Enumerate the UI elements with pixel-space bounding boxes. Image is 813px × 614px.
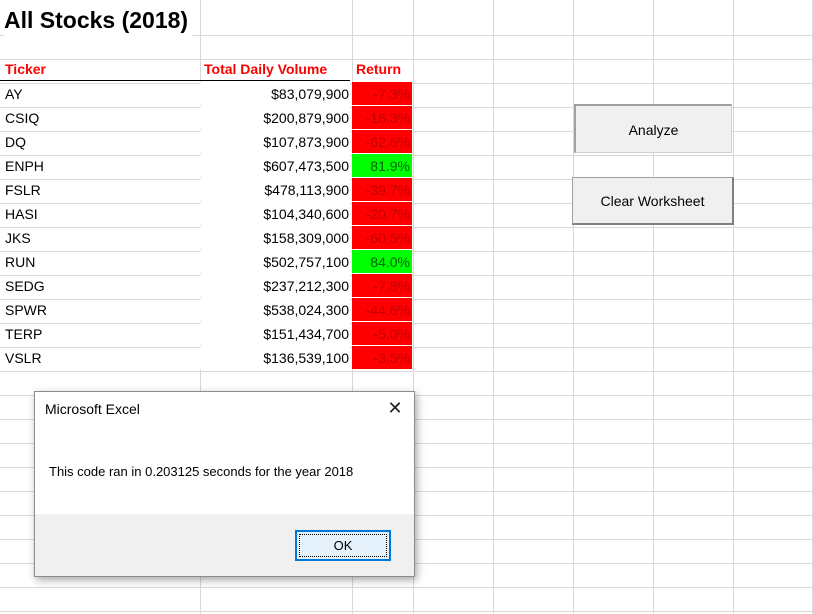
cell-return[interactable]: -44.6% — [352, 298, 412, 321]
header-border — [0, 80, 350, 81]
dialog-message: This code ran in 0.203125 seconds for th… — [49, 464, 354, 479]
column-gridline — [573, 0, 574, 614]
message-dialog: Microsoft Excel ✕ This code ran in 0.203… — [34, 391, 415, 577]
column-gridline — [653, 0, 654, 614]
cell-volume[interactable]: $478,113,900 — [200, 178, 350, 201]
cell-return[interactable]: -16.3% — [352, 106, 412, 129]
cell-return[interactable]: -20.7% — [352, 202, 412, 225]
cell-volume[interactable]: $607,473,500 — [200, 154, 350, 177]
cell-return[interactable]: -7.3% — [352, 82, 412, 105]
cell-volume[interactable]: $502,757,100 — [200, 250, 350, 273]
cell-volume[interactable]: $237,212,300 — [200, 274, 350, 297]
header-volume[interactable]: Total Daily Volume — [204, 58, 327, 81]
cell-return[interactable]: -7.8% — [352, 274, 412, 297]
cell-volume[interactable]: $83,079,900 — [200, 82, 350, 105]
row-gridline — [0, 59, 813, 60]
cell-volume[interactable]: $200,879,900 — [200, 106, 350, 129]
cell-volume[interactable]: $107,873,900 — [200, 130, 350, 153]
cell-ticker[interactable]: DQ — [5, 130, 195, 153]
row-gridline — [0, 611, 813, 612]
cell-volume[interactable]: $158,309,000 — [200, 226, 350, 249]
header-ticker[interactable]: Ticker — [5, 58, 46, 81]
column-gridline — [493, 0, 494, 614]
cell-volume[interactable]: $136,539,100 — [200, 346, 350, 369]
analyze-button[interactable]: Analyze — [574, 104, 732, 153]
cell-ticker[interactable]: AY — [5, 82, 195, 105]
cell-return[interactable]: -60.5% — [352, 226, 412, 249]
cell-ticker[interactable]: RUN — [5, 250, 195, 273]
dialog-title: Microsoft Excel — [45, 401, 140, 417]
cell-return[interactable]: -5.0% — [352, 322, 412, 345]
cell-return[interactable]: -39.7% — [352, 178, 412, 201]
row-gridline — [0, 371, 813, 372]
column-gridline — [733, 0, 734, 614]
dialog-footer: OK — [35, 514, 414, 576]
cell-return[interactable]: -62.6% — [352, 130, 412, 153]
focus-ring — [299, 534, 387, 557]
close-icon[interactable]: ✕ — [385, 398, 405, 419]
cell-return[interactable]: 84.0% — [352, 250, 412, 273]
cell-ticker[interactable]: ENPH — [5, 154, 195, 177]
cell-ticker[interactable]: HASI — [5, 202, 195, 225]
cell-ticker[interactable]: JKS — [5, 226, 195, 249]
cell-volume[interactable]: $538,024,300 — [200, 298, 350, 321]
sheet-title: All Stocks (2018) — [4, 3, 193, 37]
cell-ticker[interactable]: TERP — [5, 322, 195, 345]
cell-return[interactable]: 81.9% — [352, 154, 412, 177]
clear-worksheet-button[interactable]: Clear Worksheet — [572, 177, 734, 225]
cell-ticker[interactable]: SEDG — [5, 274, 195, 297]
cell-ticker[interactable]: SPWR — [5, 298, 195, 321]
cell-volume[interactable]: $104,340,600 — [200, 202, 350, 225]
cell-ticker[interactable]: CSIQ — [5, 106, 195, 129]
header-return[interactable]: Return — [356, 58, 401, 81]
cell-ticker[interactable]: VSLR — [5, 346, 195, 369]
cell-volume[interactable]: $151,434,700 — [200, 322, 350, 345]
cell-return[interactable]: -3.5% — [352, 346, 412, 369]
row-gridline — [0, 587, 813, 588]
cell-ticker[interactable]: FSLR — [5, 178, 195, 201]
ok-button[interactable]: OK — [295, 530, 391, 561]
